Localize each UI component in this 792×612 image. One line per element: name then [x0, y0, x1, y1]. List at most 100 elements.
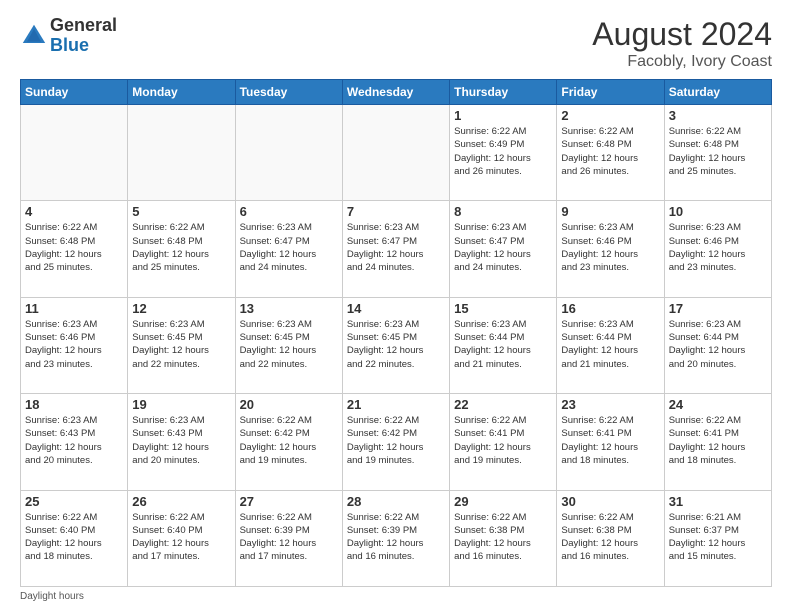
- days-of-week-row: SundayMondayTuesdayWednesdayThursdayFrid…: [21, 80, 772, 105]
- day-info: Sunrise: 6:22 AMSunset: 6:38 PMDaylight:…: [454, 511, 552, 564]
- calendar-cell: 25 Sunrise: 6:22 AMSunset: 6:40 PMDayligh…: [21, 490, 128, 586]
- day-number: 7: [347, 204, 445, 219]
- day-info: Sunrise: 6:22 AMSunset: 6:39 PMDaylight:…: [240, 511, 338, 564]
- day-info: Sunrise: 6:21 AMSunset: 6:37 PMDaylight:…: [669, 511, 767, 564]
- day-of-week-header: Thursday: [450, 80, 557, 105]
- day-number: 30: [561, 494, 659, 509]
- calendar-cell: 9Sunrise: 6:23 AMSunset: 6:46 PMDaylight…: [557, 201, 664, 297]
- logo-general: General: [50, 16, 117, 36]
- day-number: 21: [347, 397, 445, 412]
- day-of-week-header: Wednesday: [342, 80, 449, 105]
- day-info: Sunrise: 6:23 AMSunset: 6:45 PMDaylight:…: [347, 318, 445, 371]
- calendar-cell: 26 Sunrise: 6:22 AMSunset: 6:40 PMDayligh…: [128, 490, 235, 586]
- day-number: 5: [132, 204, 230, 219]
- day-info: Sunrise: 6:23 AMSunset: 6:45 PMDaylight:…: [240, 318, 338, 371]
- day-number: 10: [669, 204, 767, 219]
- day-of-week-header: Saturday: [664, 80, 771, 105]
- day-number: 11: [25, 301, 123, 316]
- calendar-week-row: 11 Sunrise: 6:23 AMSunset: 6:46 PMDayligh…: [21, 297, 772, 393]
- day-info: Sunrise: 6:23 AMSunset: 6:47 PMDaylight:…: [347, 221, 445, 274]
- calendar-cell: 31Sunrise: 6:21 AMSunset: 6:37 PMDayligh…: [664, 490, 771, 586]
- day-info: Sunrise: 6:22 AMSunset: 6:48 PMDaylight:…: [669, 125, 767, 178]
- calendar-cell: 18 Sunrise: 6:23 AMSunset: 6:43 PMDayligh…: [21, 394, 128, 490]
- calendar-cell: 10 Sunrise: 6:23 AMSunset: 6:46 PMDayligh…: [664, 201, 771, 297]
- calendar-cell: 22 Sunrise: 6:22 AMSunset: 6:41 PMDayligh…: [450, 394, 557, 490]
- calendar-cell: 3 Sunrise: 6:22 AMSunset: 6:48 PMDaylight…: [664, 105, 771, 201]
- footer: Daylight hours: [20, 591, 772, 602]
- day-info: Sunrise: 6:22 AMSunset: 6:40 PMDaylight:…: [132, 511, 230, 564]
- day-number: 17: [669, 301, 767, 316]
- day-number: 27: [240, 494, 338, 509]
- day-number: 3: [669, 108, 767, 123]
- day-of-week-header: Sunday: [21, 80, 128, 105]
- day-info: Sunrise: 6:22 AMSunset: 6:48 PMDaylight:…: [561, 125, 659, 178]
- title-area: August 2024 Facobly, Ivory Coast: [592, 16, 772, 71]
- calendar-week-row: 25 Sunrise: 6:22 AMSunset: 6:40 PMDayligh…: [21, 490, 772, 586]
- day-info: Sunrise: 6:22 AMSunset: 6:42 PMDaylight:…: [347, 414, 445, 467]
- calendar-cell: 13 Sunrise: 6:23 AMSunset: 6:45 PMDayligh…: [235, 297, 342, 393]
- calendar-cell: 8 Sunrise: 6:23 AMSunset: 6:47 PMDaylight…: [450, 201, 557, 297]
- day-info: Sunrise: 6:22 AMSunset: 6:49 PMDaylight:…: [454, 125, 552, 178]
- day-number: 26: [132, 494, 230, 509]
- calendar-cell: [235, 105, 342, 201]
- day-of-week-header: Monday: [128, 80, 235, 105]
- calendar-cell: [21, 105, 128, 201]
- day-info: Sunrise: 6:23 AMSunset: 6:46 PMDaylight:…: [25, 318, 123, 371]
- day-info: Sunrise: 6:22 AMSunset: 6:48 PMDaylight:…: [132, 221, 230, 274]
- day-number: 14: [347, 301, 445, 316]
- day-info: Sunrise: 6:22 AMSunset: 6:38 PMDaylight:…: [561, 511, 659, 564]
- page: General Blue August 2024 Facobly, Ivory …: [0, 0, 792, 612]
- day-info: Sunrise: 6:22 AMSunset: 6:48 PMDaylight:…: [25, 221, 123, 274]
- day-number: 19: [132, 397, 230, 412]
- calendar-week-row: 18 Sunrise: 6:23 AMSunset: 6:43 PMDayligh…: [21, 394, 772, 490]
- day-info: Sunrise: 6:22 AMSunset: 6:39 PMDaylight:…: [347, 511, 445, 564]
- day-info: Sunrise: 6:23 AMSunset: 6:46 PMDaylight:…: [561, 221, 659, 274]
- day-number: 25: [25, 494, 123, 509]
- calendar-cell: 27 Sunrise: 6:22 AMSunset: 6:39 PMDayligh…: [235, 490, 342, 586]
- day-info: Sunrise: 6:23 AMSunset: 6:43 PMDaylight:…: [25, 414, 123, 467]
- day-info: Sunrise: 6:23 AMSunset: 6:44 PMDaylight:…: [561, 318, 659, 371]
- day-number: 1: [454, 108, 552, 123]
- calendar-cell: 28 Sunrise: 6:22 AMSunset: 6:39 PMDayligh…: [342, 490, 449, 586]
- day-info: Sunrise: 6:23 AMSunset: 6:45 PMDaylight:…: [132, 318, 230, 371]
- day-number: 15: [454, 301, 552, 316]
- calendar-cell: 7 Sunrise: 6:23 AMSunset: 6:47 PMDaylight…: [342, 201, 449, 297]
- day-number: 4: [25, 204, 123, 219]
- day-number: 13: [240, 301, 338, 316]
- calendar-body: 1 Sunrise: 6:22 AMSunset: 6:49 PMDaylight…: [21, 105, 772, 587]
- day-number: 6: [240, 204, 338, 219]
- day-info: Sunrise: 6:22 AMSunset: 6:42 PMDaylight:…: [240, 414, 338, 467]
- day-info: Sunrise: 6:22 AMSunset: 6:41 PMDaylight:…: [561, 414, 659, 467]
- day-number: 28: [347, 494, 445, 509]
- day-info: Sunrise: 6:23 AMSunset: 6:47 PMDaylight:…: [454, 221, 552, 274]
- calendar-cell: 4 Sunrise: 6:22 AMSunset: 6:48 PMDaylight…: [21, 201, 128, 297]
- calendar-cell: [342, 105, 449, 201]
- calendar-cell: 14 Sunrise: 6:23 AMSunset: 6:45 PMDayligh…: [342, 297, 449, 393]
- day-number: 18: [25, 397, 123, 412]
- day-number: 22: [454, 397, 552, 412]
- calendar-cell: 11 Sunrise: 6:23 AMSunset: 6:46 PMDayligh…: [21, 297, 128, 393]
- day-info: Sunrise: 6:22 AMSunset: 6:41 PMDaylight:…: [454, 414, 552, 467]
- day-info: Sunrise: 6:23 AMSunset: 6:44 PMDaylight:…: [669, 318, 767, 371]
- calendar-week-row: 4 Sunrise: 6:22 AMSunset: 6:48 PMDaylight…: [21, 201, 772, 297]
- calendar-cell: 16 Sunrise: 6:23 AMSunset: 6:44 PMDayligh…: [557, 297, 664, 393]
- logo-icon: [20, 22, 48, 50]
- calendar-cell: 19Sunrise: 6:23 AMSunset: 6:43 PMDayligh…: [128, 394, 235, 490]
- day-of-week-header: Friday: [557, 80, 664, 105]
- calendar-cell: 29 Sunrise: 6:22 AMSunset: 6:38 PMDayligh…: [450, 490, 557, 586]
- calendar-cell: 15Sunrise: 6:23 AMSunset: 6:44 PMDayligh…: [450, 297, 557, 393]
- calendar-cell: 21 Sunrise: 6:22 AMSunset: 6:42 PMDayligh…: [342, 394, 449, 490]
- day-number: 16: [561, 301, 659, 316]
- calendar: SundayMondayTuesdayWednesdayThursdayFrid…: [20, 79, 772, 587]
- calendar-cell: 1 Sunrise: 6:22 AMSunset: 6:49 PMDaylight…: [450, 105, 557, 201]
- calendar-cell: [128, 105, 235, 201]
- calendar-week-row: 1 Sunrise: 6:22 AMSunset: 6:49 PMDaylight…: [21, 105, 772, 201]
- calendar-header: SundayMondayTuesdayWednesdayThursdayFrid…: [21, 80, 772, 105]
- day-of-week-header: Tuesday: [235, 80, 342, 105]
- day-info: Sunrise: 6:22 AMSunset: 6:40 PMDaylight:…: [25, 511, 123, 564]
- day-info: Sunrise: 6:23 AMSunset: 6:46 PMDaylight:…: [669, 221, 767, 274]
- day-number: 24: [669, 397, 767, 412]
- day-number: 29: [454, 494, 552, 509]
- day-number: 8: [454, 204, 552, 219]
- calendar-cell: 12Sunrise: 6:23 AMSunset: 6:45 PMDayligh…: [128, 297, 235, 393]
